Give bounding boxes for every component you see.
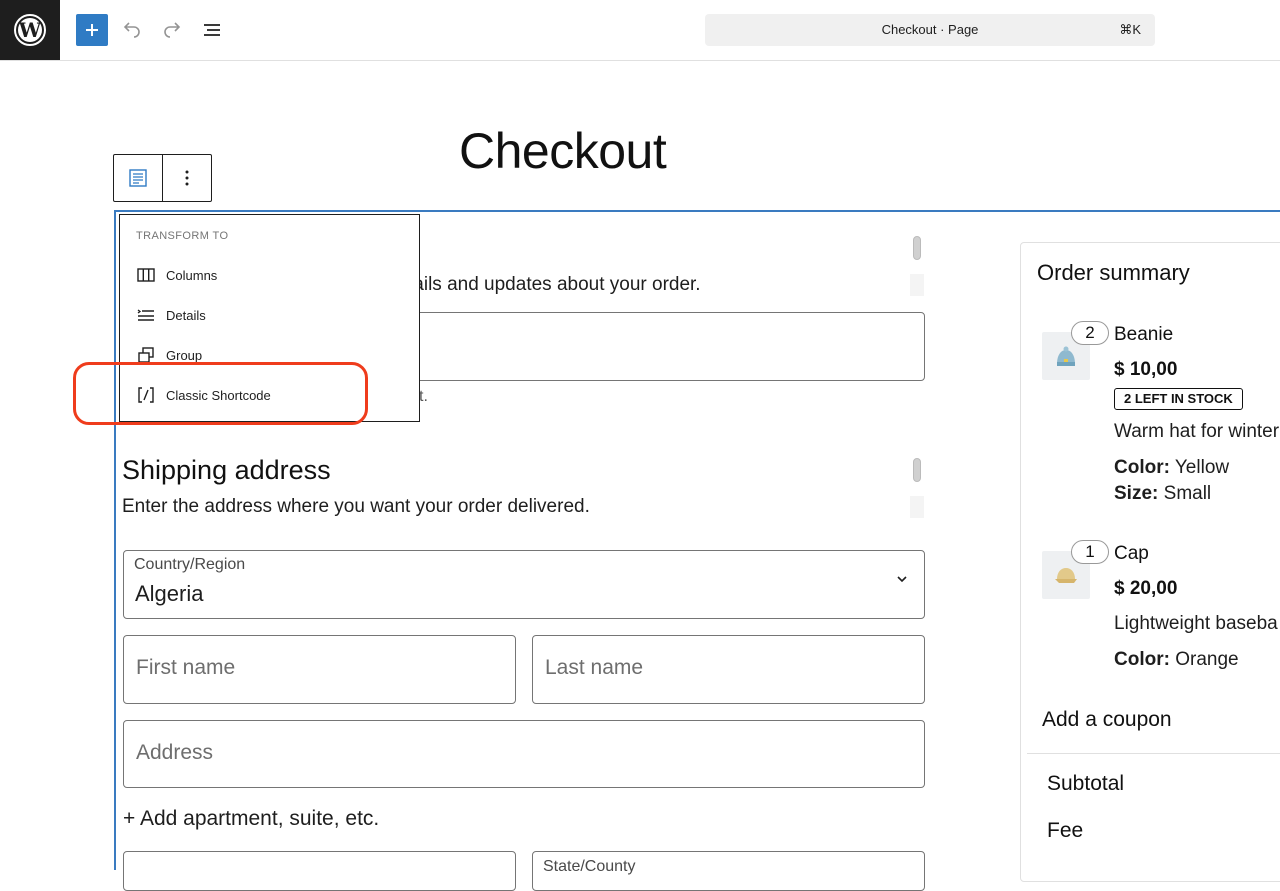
- add-apartment-link[interactable]: + Add apartment, suite, etc.: [123, 807, 379, 831]
- section-scrollbar[interactable]: [913, 458, 921, 482]
- cap-image-icon: [1055, 568, 1077, 583]
- transform-details[interactable]: Details: [136, 301, 406, 329]
- country-select[interactable]: Country/Region Algeria: [123, 550, 925, 619]
- block-options-button[interactable]: [175, 166, 199, 190]
- state-label: State/County: [543, 858, 636, 875]
- country-value: Algeria: [135, 581, 204, 606]
- list-view-icon: [204, 24, 220, 36]
- first-name-field[interactable]: First name: [123, 635, 516, 704]
- last-name-placeholder: Last name: [545, 656, 644, 679]
- contact-hint: t.: [419, 388, 428, 405]
- block-toolbar: [113, 154, 212, 202]
- scrollbar-track: [910, 274, 924, 296]
- group-icon: [136, 345, 156, 365]
- wordpress-logo-icon[interactable]: W: [0, 0, 60, 60]
- document-title: Checkout · Page: [881, 22, 979, 37]
- beanie-image-icon: [1057, 346, 1075, 366]
- address-placeholder: Address: [136, 741, 214, 764]
- item-name: Beanie: [1114, 324, 1174, 345]
- undo-icon: [123, 22, 140, 38]
- document-overview-button[interactable]: [200, 18, 224, 42]
- fee-label: Fee: [1047, 819, 1084, 842]
- address-field[interactable]: Address: [123, 720, 925, 788]
- editor-top-bar: W Checkout · Page ⌘K: [0, 0, 1280, 61]
- last-name-field[interactable]: Last name: [532, 635, 925, 704]
- transform-columns[interactable]: Columns: [136, 261, 406, 289]
- item-description: Lightweight baseba: [1114, 613, 1278, 634]
- item-attribute: Color: Yellow: [1114, 457, 1230, 478]
- country-label: Country/Region: [134, 556, 246, 573]
- redo-icon: [164, 22, 181, 38]
- block-type-button[interactable]: [126, 166, 150, 190]
- more-vertical-icon: [185, 170, 189, 186]
- shortcut-hint: ⌘K: [1119, 22, 1141, 37]
- chevron-down-icon: [897, 576, 907, 583]
- plus-icon: [86, 24, 98, 36]
- details-icon: [136, 305, 156, 325]
- summary-divider: [1027, 753, 1280, 754]
- transform-item-label: Details: [166, 307, 206, 323]
- subtotal-label: Subtotal: [1047, 772, 1125, 795]
- first-name-placeholder: First name: [136, 656, 236, 679]
- transform-item-label: Group: [166, 347, 203, 363]
- low-stock-badge: 2 LEFT IN STOCK: [1114, 388, 1243, 410]
- add-block-button[interactable]: [76, 14, 108, 46]
- transform-classic-shortcode[interactable]: Classic Shortcode: [136, 381, 406, 409]
- item-attribute: Color: Orange: [1114, 649, 1239, 670]
- redo-button[interactable]: [160, 18, 184, 42]
- item-quantity-badge: 2: [1071, 321, 1109, 345]
- command-palette-bar[interactable]: Checkout · Page ⌘K: [705, 14, 1155, 46]
- order-summary-title: Order summary: [1037, 260, 1190, 285]
- scrollbar-track: [910, 496, 924, 518]
- city-field[interactable]: [123, 851, 516, 891]
- item-price: $ 20,00: [1114, 578, 1178, 599]
- section-scrollbar[interactable]: [913, 236, 921, 260]
- transform-heading: TRANSFORM TO: [136, 230, 229, 242]
- shipping-heading: Shipping address: [122, 455, 331, 485]
- columns-icon: [136, 265, 156, 285]
- transform-item-label: Classic Shortcode: [166, 387, 271, 403]
- item-price: $ 10,00: [1114, 359, 1178, 380]
- add-coupon-toggle[interactable]: Add a coupon: [1042, 708, 1172, 732]
- item-attribute: Size: Small: [1114, 483, 1212, 504]
- form-block-icon: [129, 169, 147, 187]
- item-description: Warm hat for winter: [1114, 421, 1280, 442]
- toolbar-separator: [162, 155, 163, 201]
- state-field[interactable]: State/County: [532, 851, 925, 891]
- transform-popover: TRANSFORM TO Columns Details Group Class…: [119, 214, 420, 422]
- item-quantity-badge: 1: [1071, 540, 1109, 564]
- transform-group[interactable]: Group: [136, 341, 406, 369]
- transform-item-label: Columns: [166, 267, 218, 283]
- undo-button[interactable]: [120, 18, 144, 42]
- page-title[interactable]: Checkout: [459, 122, 667, 180]
- item-name: Cap: [1114, 543, 1149, 564]
- shipping-description: Enter the address where you want your or…: [122, 496, 590, 517]
- shortcode-icon: [136, 385, 156, 405]
- svg-text:W: W: [18, 18, 42, 42]
